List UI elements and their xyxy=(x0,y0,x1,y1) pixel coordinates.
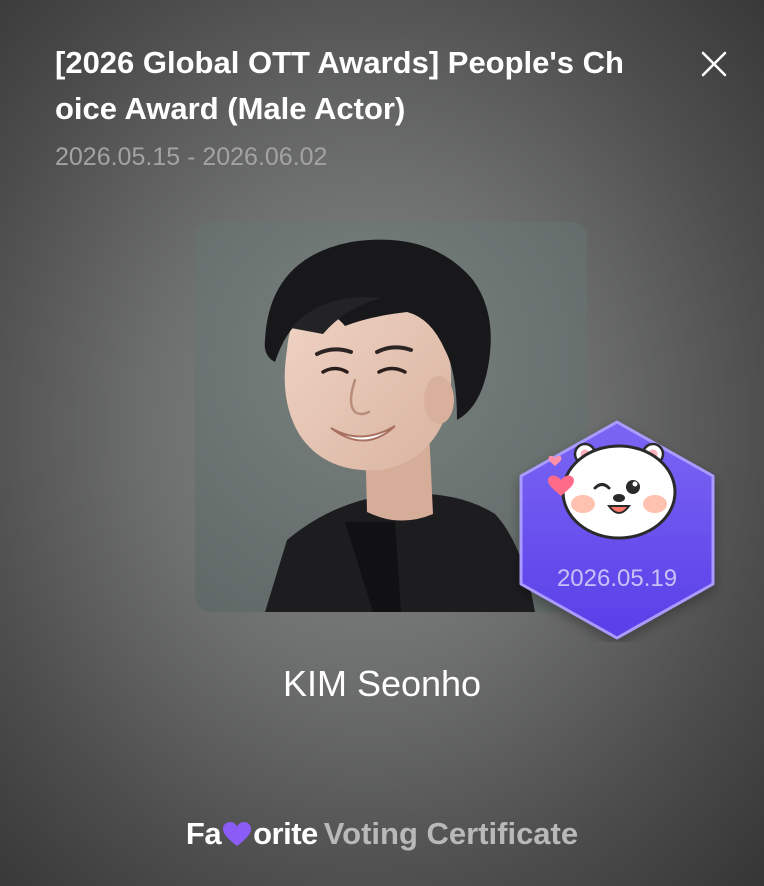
event-dates: 2026.05.15 - 2026.06.02 xyxy=(55,143,328,171)
favorite-certificate-footer: Fa orite Voting Certificate xyxy=(0,810,764,858)
voting-certificate-modal: [2026 Global OTT Awards] People's Choice… xyxy=(0,0,764,886)
brand-logo: Fa orite xyxy=(186,816,318,851)
badge-date: 2026.05.19 xyxy=(556,565,678,592)
heart-icon xyxy=(223,822,252,846)
close-icon xyxy=(701,51,727,77)
event-title: [2026 Global OTT Awards] People's Choice… xyxy=(55,45,624,126)
close-button[interactable] xyxy=(690,40,738,88)
brand-text-start: Fa xyxy=(185,816,222,851)
brand-text-end: orite xyxy=(253,816,318,851)
voting-badge: 2026.05.19 xyxy=(509,418,725,642)
certificate-label: Voting Certificate xyxy=(323,816,579,851)
candidate-name: KIM Seonho xyxy=(282,663,482,704)
